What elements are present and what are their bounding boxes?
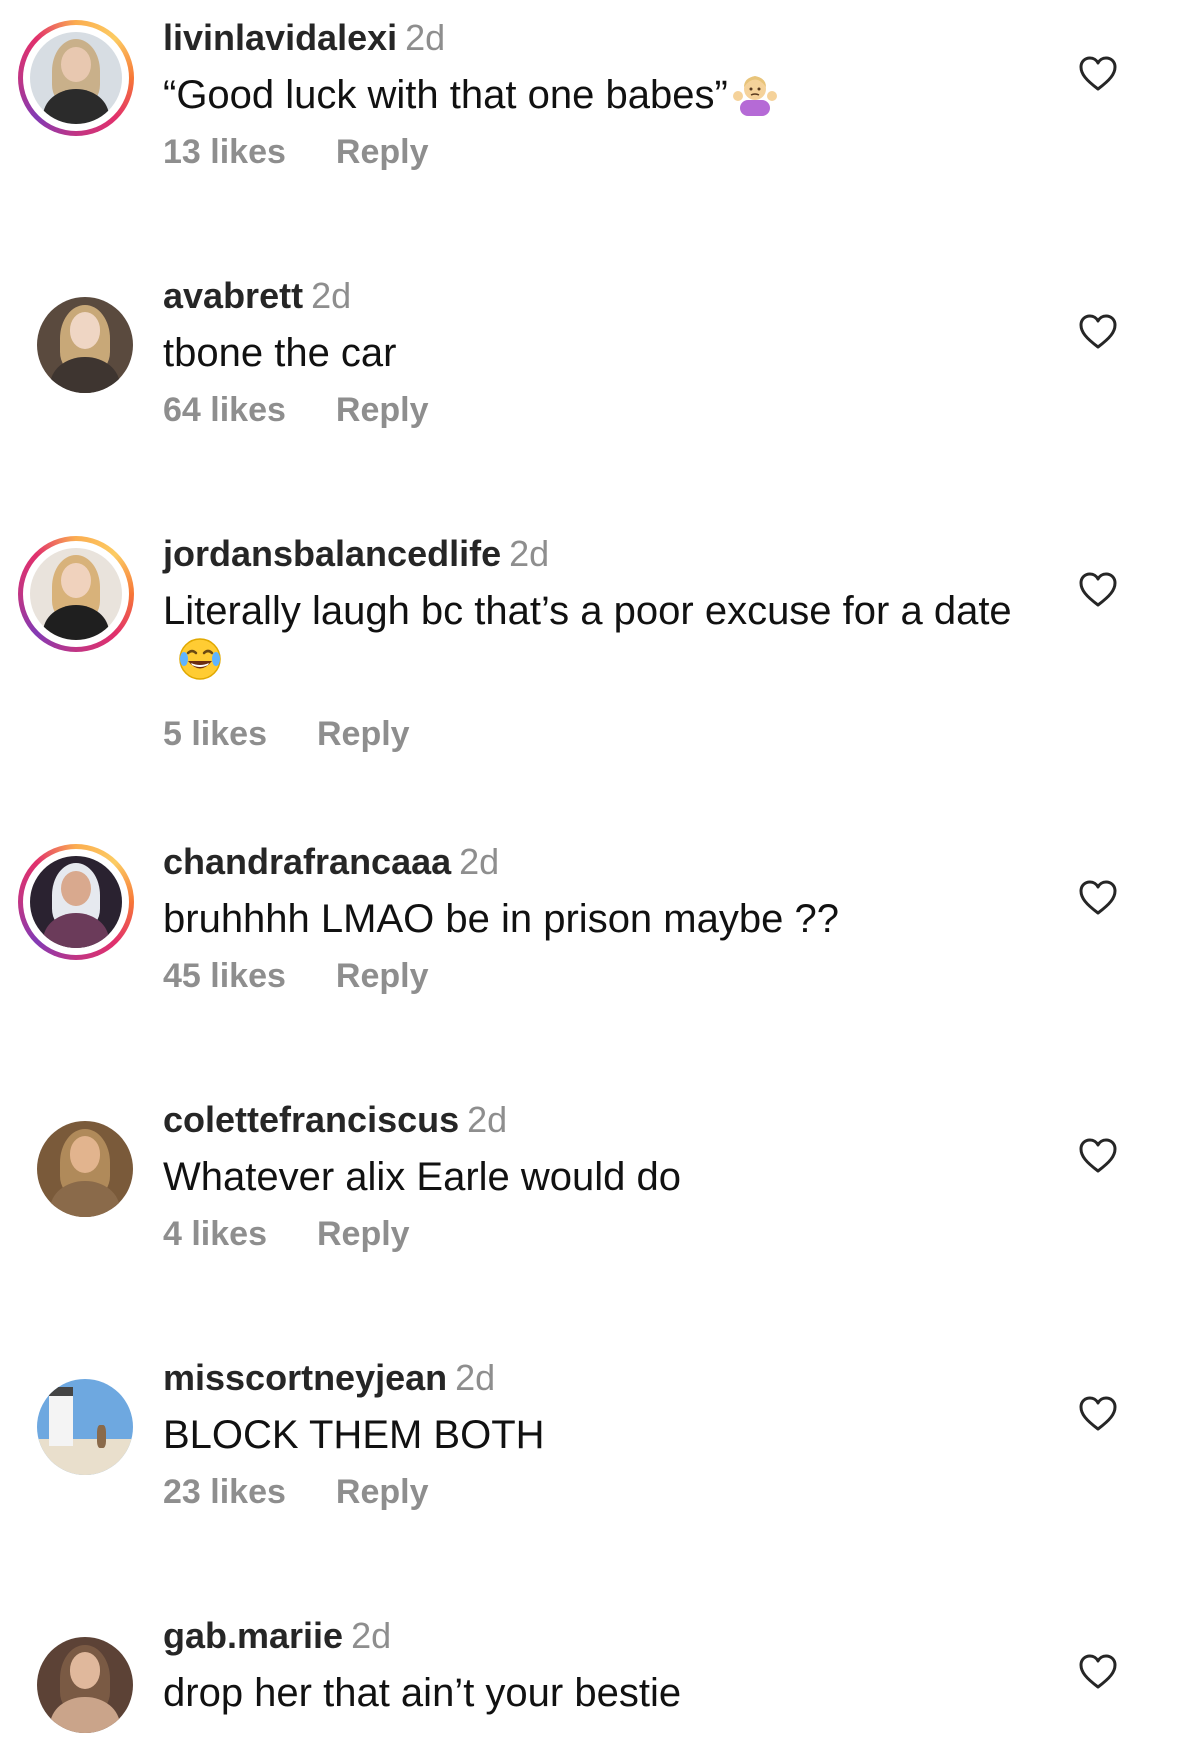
comment-timestamp: 2d — [467, 1099, 508, 1140]
avatar — [30, 32, 122, 124]
comment-text-content: bruhhhh LMAO be in prison maybe ?? — [163, 897, 839, 941]
comment-text: bruhhhh LMAO be in prison maybe ?? — [163, 894, 1023, 944]
comment-timestamp: 2d — [405, 17, 446, 58]
comment-actions: 13 likes Reply — [163, 130, 428, 174]
likes-count[interactable]: 23 likes — [163, 1473, 286, 1511]
comment-text: Whatever alix Earle would do — [163, 1152, 1023, 1202]
comment-timestamp: 2d — [311, 275, 352, 316]
heart-icon[interactable] — [1078, 1653, 1118, 1691]
comment-text-content: drop her that ain’t your bestie — [163, 1671, 682, 1715]
comment-actions: 23 likes Reply — [163, 1470, 428, 1514]
comment-timestamp: 2d — [455, 1357, 496, 1398]
comment-text: “Good luck with that one babes” — [163, 70, 1023, 120]
comment-username[interactable]: jordansbalancedlife — [163, 533, 501, 574]
comment-username[interactable]: gab.mariie — [163, 1615, 343, 1656]
reply-button[interactable]: Reply — [336, 391, 429, 429]
avatar — [30, 548, 122, 640]
comment-username[interactable]: livinlavidalexi — [163, 17, 397, 58]
avatar-wrapper[interactable] — [18, 1618, 134, 1734]
comment-text: BLOCK THEM BOTH — [163, 1410, 1023, 1460]
comment-actions: 4 likes Reply — [163, 1212, 410, 1256]
avatar-wrapper[interactable] — [18, 278, 134, 394]
heart-icon[interactable] — [1078, 879, 1118, 917]
comment-username[interactable]: misscortneyjean — [163, 1357, 447, 1398]
comment-text-content: tbone the car — [163, 331, 397, 375]
avatar — [37, 1637, 133, 1733]
avatar — [30, 856, 122, 948]
comment-timestamp: 2d — [459, 841, 500, 882]
avatar — [37, 1121, 133, 1217]
likes-count[interactable]: 13 likes — [163, 133, 286, 171]
heart-icon[interactable] — [1078, 1137, 1118, 1175]
avatar-wrapper[interactable] — [18, 1360, 134, 1476]
comment-username[interactable]: colettefranciscus — [163, 1099, 459, 1140]
face-with-tears-of-joy-icon — [179, 638, 221, 680]
heart-icon[interactable] — [1078, 571, 1118, 609]
comment-username[interactable]: avabrett — [163, 275, 303, 316]
comment-actions: 64 likes Reply — [163, 388, 428, 432]
comment-text: drop her that ain’t your bestie — [163, 1668, 1023, 1718]
comment-timestamp: 2d — [509, 533, 550, 574]
avatar-story-ring[interactable] — [18, 20, 134, 136]
likes-count[interactable]: 4 likes — [163, 1215, 267, 1253]
reply-button[interactable]: Reply — [317, 715, 410, 753]
likes-count[interactable]: 5 likes — [163, 715, 267, 753]
comment-timestamp: 2d — [351, 1615, 392, 1656]
heart-icon[interactable] — [1078, 1395, 1118, 1433]
heart-icon[interactable] — [1078, 313, 1118, 351]
heart-icon[interactable] — [1078, 55, 1118, 93]
comment-actions: 45 likes Reply — [163, 954, 428, 998]
likes-count[interactable]: 45 likes — [163, 957, 286, 995]
avatar — [37, 297, 133, 393]
comment-text: tbone the car — [163, 328, 1023, 378]
comment-text: Literally laugh bc that’s a poor excuse … — [163, 586, 1023, 686]
reply-button[interactable]: Reply — [336, 957, 429, 995]
comment-text-content: BLOCK THEM BOTH — [163, 1413, 545, 1457]
avatar — [37, 1379, 133, 1475]
avatar-wrapper[interactable] — [18, 1102, 134, 1218]
avatar-story-ring[interactable] — [18, 536, 134, 652]
avatar-story-ring[interactable] — [18, 844, 134, 960]
comment-username[interactable]: chandrafrancaaa — [163, 841, 451, 882]
likes-count[interactable]: 64 likes — [163, 391, 286, 429]
reply-button[interactable]: Reply — [336, 133, 429, 171]
comment-text-content: “Good luck with that one babes” — [163, 73, 728, 117]
woman-shrugging-icon — [732, 76, 777, 116]
comment-text-content: Literally laugh bc that’s a poor excuse … — [163, 589, 1012, 633]
reply-button[interactable]: Reply — [336, 1473, 429, 1511]
reply-button[interactable]: Reply — [317, 1215, 410, 1253]
comment-actions: 5 likes Reply — [163, 712, 410, 756]
comment-text-content: Whatever alix Earle would do — [163, 1155, 682, 1199]
